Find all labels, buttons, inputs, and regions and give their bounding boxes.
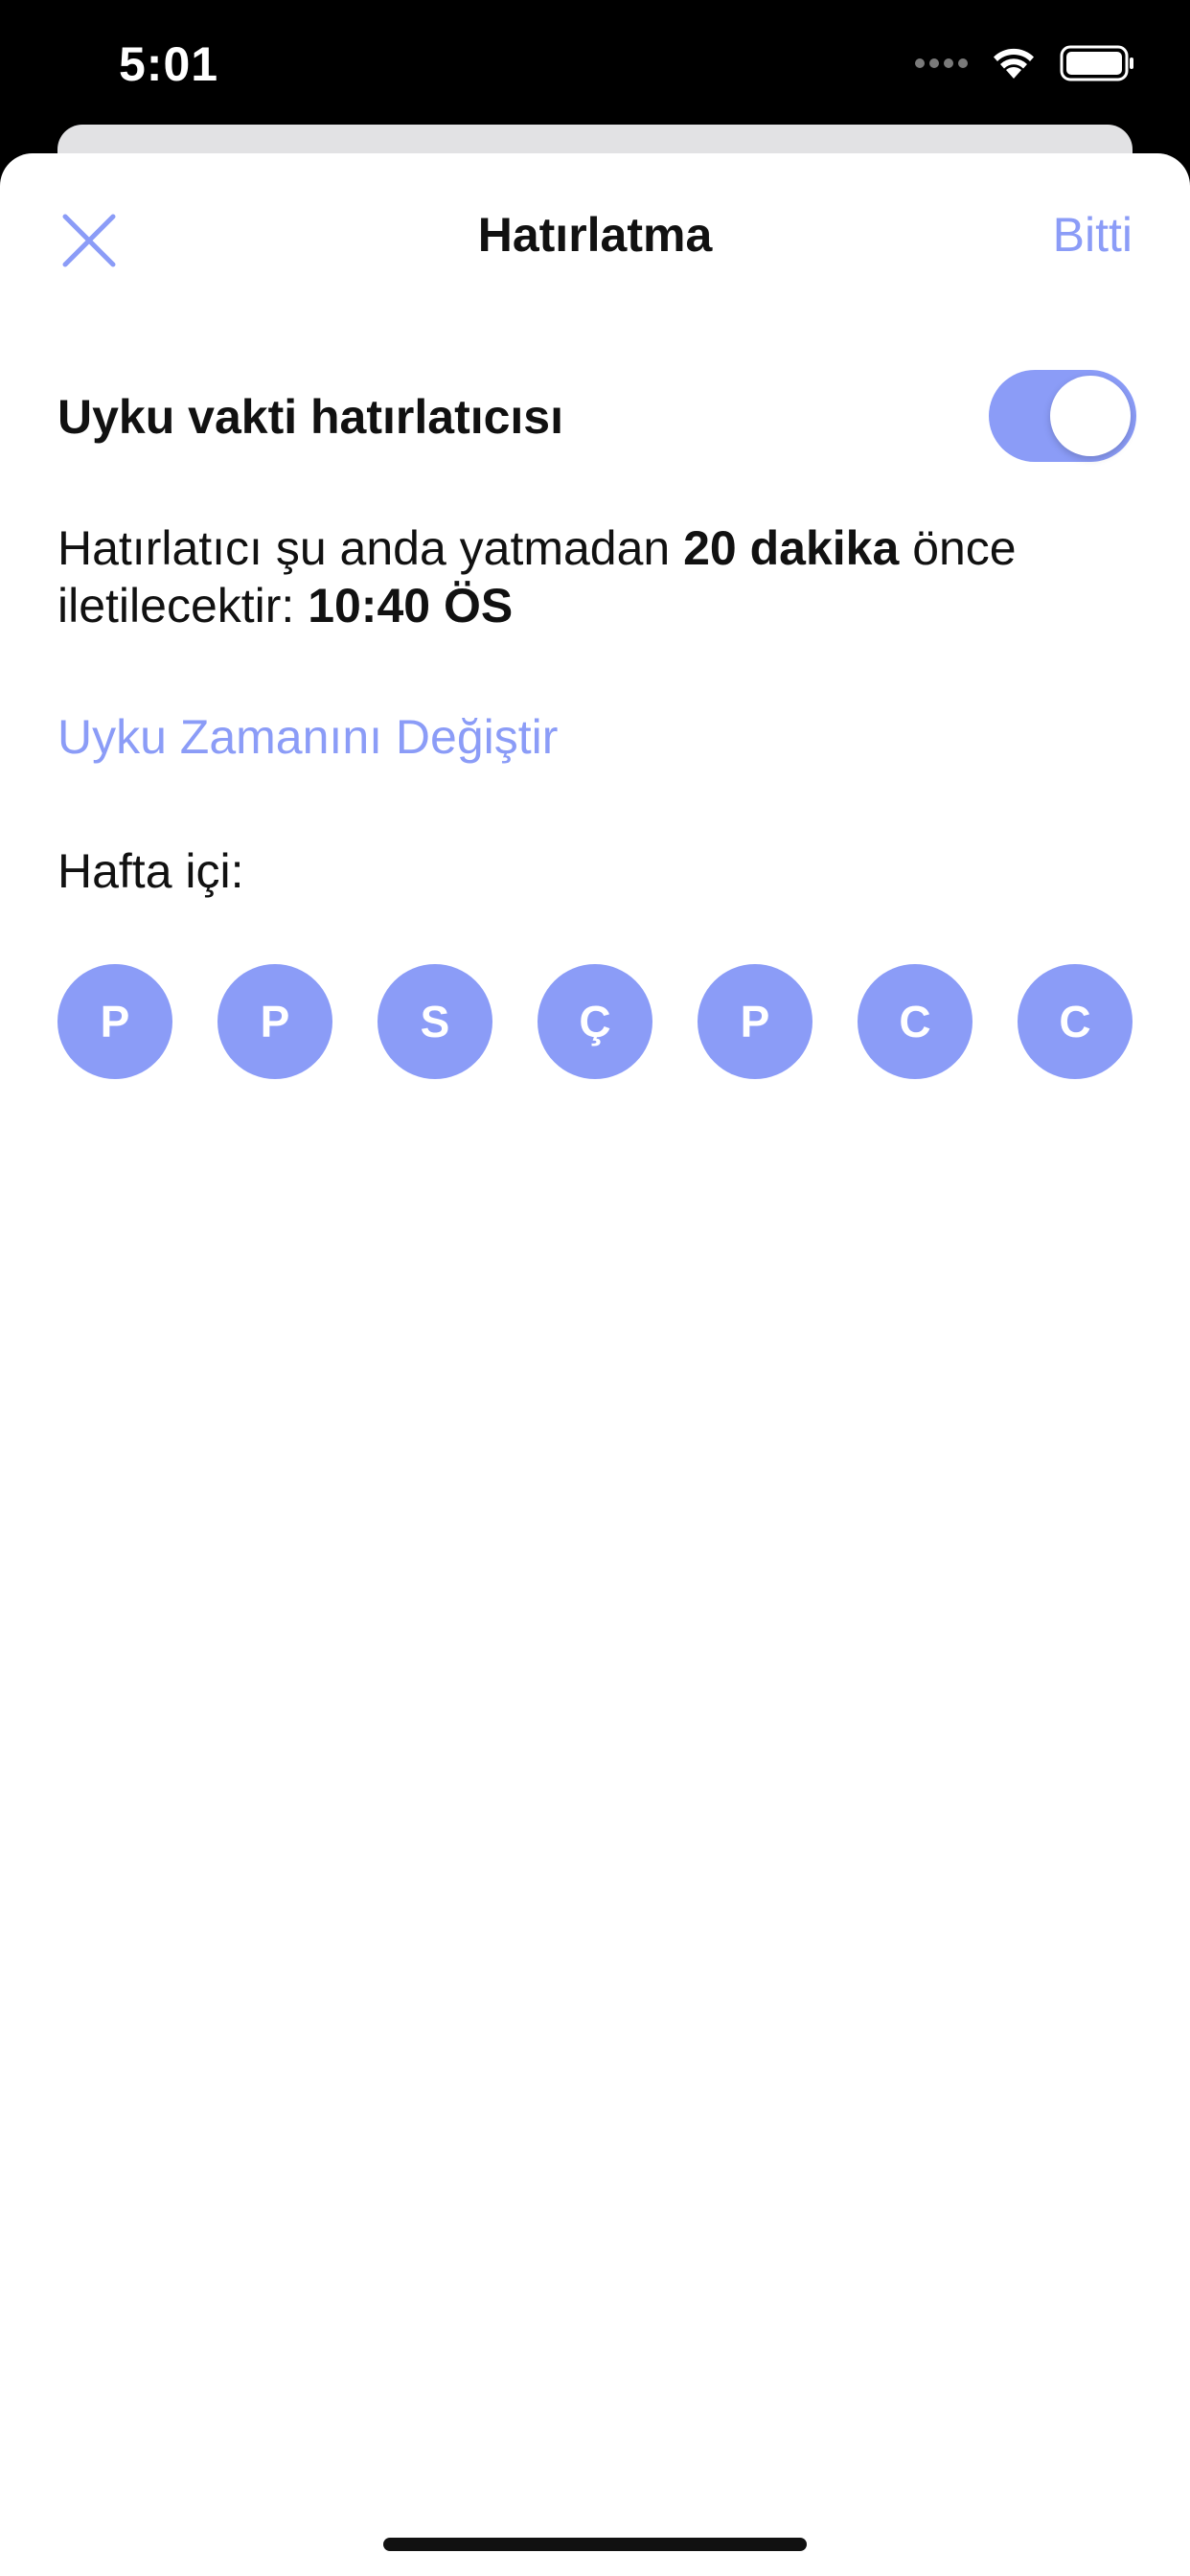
- bedtime-reminder-toggle[interactable]: [989, 370, 1136, 462]
- day-button-saturday[interactable]: C: [858, 964, 973, 1079]
- weekdays-label: Hafta içi:: [57, 844, 244, 898]
- day-button-thursday[interactable]: Ç: [538, 964, 652, 1079]
- status-icons: [915, 42, 1136, 84]
- bedtime-reminder-label: Uyku vakti hatırlatıcısı: [57, 390, 564, 444]
- status-bar: 5:01: [0, 0, 1190, 126]
- battery-icon: [1060, 45, 1133, 81]
- day-button-wednesday[interactable]: S: [378, 964, 492, 1079]
- change-sleep-time-link[interactable]: Uyku Zamanını Değiştir: [57, 709, 558, 765]
- info-minutes: 20 dakika: [683, 521, 900, 575]
- reminder-info-text: Hatırlatıcı şu anda yatmadan 20 dakika ö…: [57, 519, 1131, 634]
- wifi-icon: [994, 48, 1034, 79]
- info-prefix: Hatırlatıcı şu anda yatmadan: [57, 521, 684, 575]
- nav-bar: Hatırlatma Bitti: [0, 153, 1190, 316]
- home-indicator[interactable]: [383, 2538, 807, 2551]
- signal-dots-icon: [915, 58, 968, 68]
- done-button[interactable]: Bitti: [1053, 207, 1133, 263]
- status-time: 5:01: [119, 37, 219, 91]
- reminder-sheet: Hatırlatma Bitti Uyku vakti hatırlatıcıs…: [0, 153, 1190, 2576]
- toggle-knob: [1050, 376, 1131, 456]
- info-time: 10:40 ÖS: [308, 579, 514, 632]
- day-button-tuesday[interactable]: P: [217, 964, 332, 1079]
- day-button-friday[interactable]: P: [698, 964, 812, 1079]
- page-title: Hatırlatma: [477, 208, 713, 262]
- day-button-sunday[interactable]: C: [1018, 964, 1133, 1079]
- day-selector: P P S Ç P C C: [57, 964, 1133, 1079]
- day-button-monday[interactable]: P: [57, 964, 172, 1079]
